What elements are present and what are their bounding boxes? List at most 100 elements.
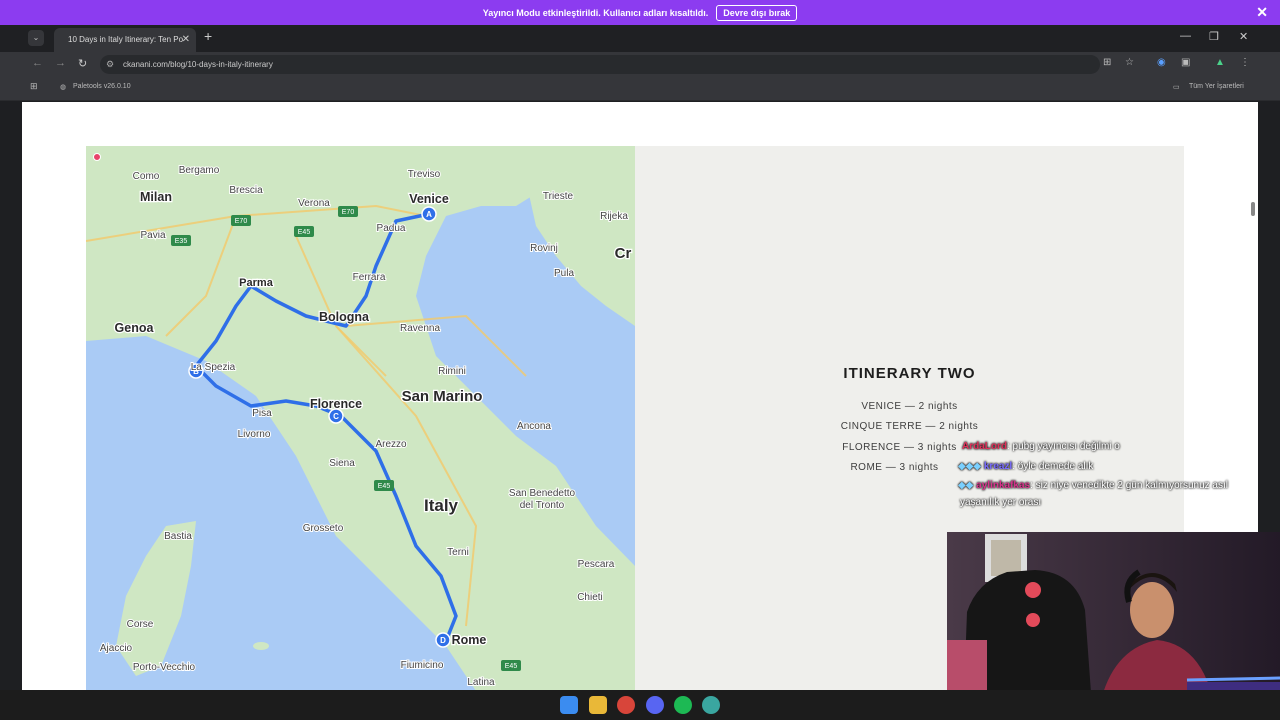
city-label: Pavia [140,230,165,241]
app-icon[interactable] [702,696,720,714]
chat-username: aylinkafkas [976,480,1031,491]
extension-icon[interactable]: ◉ [1157,57,1166,68]
city-label: Bergamo [179,165,220,176]
file-explorer-icon[interactable] [589,696,607,714]
city-label: San Benedetto [509,488,576,499]
folder-icon: ▭ [1173,84,1180,91]
chat-text: yaşanılık yer orası [960,497,1042,508]
tab-bar: ⌄ 10 Days in Italy Itinerary: Ten Po ✕ + [0,25,1280,52]
bookmark-paletools[interactable]: Paletools v26.0.10 [73,83,131,90]
city-label: del Tronto [520,500,565,511]
city-label: Ravenna [400,323,440,334]
spotify-icon[interactable] [674,696,692,714]
url-input[interactable]: ⚙ ckanani.com/blog/10-days-in-italy-itin… [100,55,1100,74]
chat-username: ArdaLord [962,441,1007,452]
badge-icon: ◆◆ [958,480,974,491]
apps-icon[interactable]: ⊞ [30,81,38,92]
city-label: Pula [554,268,574,279]
city-label: Siena [329,458,355,469]
city-label: Bastia [164,531,192,542]
itinerary-title: ITINERARY TWO [843,365,976,382]
close-icon[interactable]: ✕ [1256,4,1268,21]
url-text: ckanani.com/blog/10-days-in-italy-itiner… [123,60,273,69]
close-tab-icon[interactable]: ✕ [182,28,190,52]
city-label: Rimini [438,366,466,377]
city-label: San Marino [402,388,483,405]
city-label: Fiumicino [401,660,444,671]
city-label: Brescia [229,185,263,196]
city-label: Latina [467,677,495,688]
city-label: Milan [140,190,172,204]
back-icon[interactable]: ← [32,57,43,69]
city-label: Trieste [543,191,574,202]
tab-active[interactable]: 10 Days in Italy Itinerary: Ten Po ✕ [54,28,196,52]
chat-message: ◆◆ aylinkafkas: siz niye venedikte 2 gün… [958,480,1228,491]
extensions-icon[interactable]: ▣ [1181,57,1190,68]
disable-streamer-mode-button[interactable]: Devre dışı bırak [716,4,798,21]
maximize-icon[interactable]: ❐ [1209,30,1219,43]
city-label: Verona [298,198,330,209]
road-shield-label: E35 [175,238,188,245]
city-label: La Spezia [191,362,236,373]
city-label: Bologna [319,310,370,324]
streamer-mode-banner: Yayıncı Modu etkinleştirildi. Kullanıcı … [0,0,1280,25]
city-label: Treviso [408,169,441,180]
city-label: Livorno [238,429,271,440]
city-label: Pisa [252,408,272,419]
itinerary-stop: CINQUE TERRE — 2 nights [840,421,979,432]
menu-icon[interactable]: ⋮ [1240,57,1250,68]
city-label: Pescara [578,559,615,570]
address-bar-row: ← → ↻ ⚙ ckanani.com/blog/10-days-in-ital… [0,52,1280,77]
route-marker-label: A [426,210,432,219]
close-window-icon[interactable]: ✕ [1239,30,1248,43]
itinerary-map[interactable]: A B C D E70 E70 E35 E45 E45 E45 Milan Como Bergamo Br… [86,146,635,690]
city-label: Cr [615,245,632,262]
island [253,642,269,650]
city-label: Grosseto [303,523,344,534]
city-label: Ajaccio [100,643,133,654]
windows-start-icon[interactable] [560,696,578,714]
discord-icon[interactable] [646,696,664,714]
city-label: Arezzo [375,439,407,450]
city-label: Genoa [115,321,155,335]
chat-text: : pubg yayıncısı değilmi o [1007,441,1120,452]
road-shield-label: E45 [505,663,518,670]
bookmark-star-icon[interactable]: ☆ [1125,57,1134,68]
badge-icon: ◆◆◆ [958,461,982,472]
city-label: Florence [310,397,362,411]
road-shield-label: E70 [342,209,355,216]
minimize-icon[interactable]: — [1180,30,1191,42]
chat-message: ◆◆◆ kreazl: öyle demede alık [958,461,1093,472]
city-label: Terni [447,547,469,558]
site-info-icon[interactable]: ⚙ [106,55,114,74]
city-label: Padua [377,223,406,234]
profile-icon[interactable]: ▲ [1215,57,1225,68]
city-label: Chieti [577,592,603,603]
itinerary-stop: VENICE — 2 nights [861,401,958,412]
screen: Yayıncı Modu etkinleştirildi. Kullanıcı … [0,0,1280,720]
banner-message: Yayıncı Modu etkinleştirildi. Kullanıcı … [482,7,709,18]
city-label: Ancona [517,421,551,432]
tab-title: 10 Days in Italy Itinerary: Ten Po [68,35,184,44]
chrome-icon[interactable] [617,696,635,714]
road-shield-label: E70 [235,218,248,225]
city-label: Parma [239,277,274,289]
chat-text: : öyle demede alık [1012,461,1094,472]
reload-icon[interactable]: ↻ [78,57,87,70]
city-label: Como [133,171,160,182]
chat-username: kreazl [983,461,1013,472]
translate-icon[interactable]: ⊞ [1103,57,1111,68]
all-bookmarks[interactable]: Tüm Yer İşaretleri [1189,83,1244,90]
chat-text: : siz niye venedikte 2 gün kalmıyorsunuz… [1030,480,1228,491]
map-pin-icon [93,153,101,161]
new-tab-icon[interactable]: + [204,28,212,44]
road-shield-label: E45 [298,229,311,236]
tab-search-icon[interactable]: ⌄ [28,30,44,46]
city-label: Italy [424,496,459,515]
chat-message: ArdaLord: pubg yayıncısı değilmi o [962,441,1120,452]
route-marker-label: C [333,412,339,421]
forward-icon[interactable]: → [55,57,66,69]
bookmarks-bar: ⊞ ◍ Paletools v26.0.10 ▭ Tüm Yer İşaretl… [0,77,1280,101]
scrollbar-thumb[interactable] [1251,202,1255,216]
city-label: Rovinj [530,243,558,254]
